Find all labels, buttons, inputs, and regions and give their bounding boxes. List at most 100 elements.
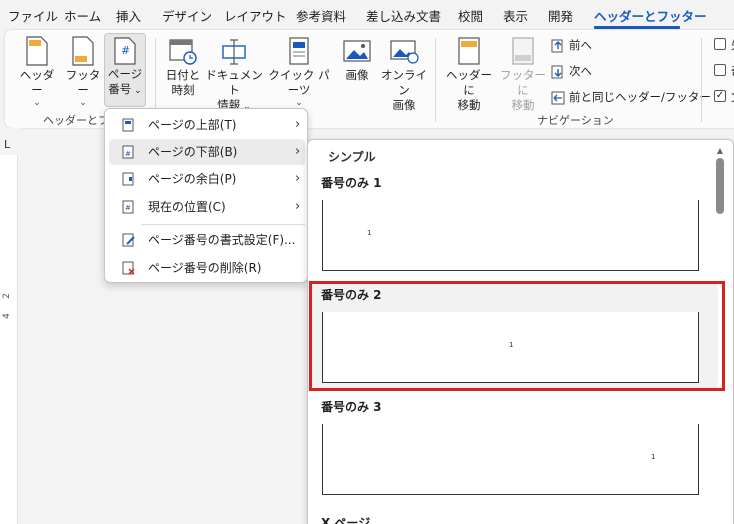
gallery-item-title: 番号のみ 3 [321,400,382,414]
chevron-right-icon: › [295,117,301,132]
date-time-button[interactable]: 日付と 時刻 [163,36,203,98]
remove-page-number-icon [122,261,135,275]
next-button[interactable]: 次へ [551,62,592,80]
vertical-ruler: 2 4 [0,155,18,524]
menu-separator [141,224,305,225]
picture-button[interactable]: 画像 [339,36,375,83]
footer-label: フッター [65,68,101,97]
chevron-down-icon: ⌄ [79,98,87,108]
goto-header-icon [458,37,480,65]
tab-design[interactable]: デザイン [162,6,212,25]
tab-layout[interactable]: レイアウト [224,6,287,25]
tab-view[interactable]: 表示 [503,6,528,25]
menu-item-label: ページの下部(B) [148,145,238,159]
top-of-page-icon [122,118,134,132]
online-picture-icon [390,40,419,64]
menu-item-top-of-page[interactable]: ページの上部(T) › [109,112,305,138]
different-first-page-checkbox[interactable] [714,38,726,50]
highlight-box [309,281,725,391]
link-to-previous-button[interactable]: 前と同じヘッダー/フッター [551,88,711,106]
previous-button[interactable]: 前へ [551,36,592,54]
picture-icon [343,40,371,62]
page-number-menu: ページの上部(T) › # ページの下部(B) › ページの余白(P) › # … [104,108,308,283]
bottom-of-page-icon: # [122,145,134,159]
header-icon [26,36,48,66]
menu-item-format-page-numbers[interactable]: ページ番号の書式設定(F)... [109,227,305,253]
page-number-label-2: 番号 [108,82,132,96]
page-number-label-1: ページ [107,67,143,81]
picture-label: 画像 [345,68,369,82]
group-label-navigation: ナビゲーション [537,114,614,127]
footer-icon [72,36,94,66]
tab-insert[interactable]: 挿入 [116,6,141,25]
gallery-item-title: X ページ [321,516,371,524]
link-previous-icon [551,91,565,104]
svg-text:#: # [125,204,131,212]
menu-item-label: ページの余白(P) [148,172,237,186]
tab-home[interactable]: ホーム [64,6,101,25]
gallery-item-title: 番号のみ 1 [321,176,382,190]
svg-text:#: # [125,150,131,158]
chevron-down-icon: ⌄ [33,98,41,108]
tab-developer[interactable]: 開発 [548,6,573,25]
page-number-button[interactable]: # ページ 番号 ⌄ [104,33,146,107]
next-icon [551,65,563,78]
page-margins-icon [122,172,134,186]
format-page-number-icon [122,233,135,247]
quick-parts-label: クイック パーツ [268,68,330,97]
tab-references[interactable]: 参考資料 [296,6,346,25]
gallery-scrollbar-thumb[interactable] [716,158,724,214]
goto-header-label-2: 移動 [457,98,481,112]
goto-header-button[interactable]: ヘッダーに 移動 [441,36,497,113]
chevron-down-icon: ⌄ [131,86,142,96]
next-label: 次へ [569,64,592,78]
tab-review[interactable]: 校閲 [458,6,483,25]
gallery-item-plain-number-3[interactable]: 1 [322,424,699,495]
svg-text:#: # [121,44,130,57]
gallery-section-heading: シンプル [328,150,376,164]
link-to-previous-label: 前と同じヘッダー/フッター [569,90,711,104]
tab-mailings[interactable]: 差し込み文書 [366,6,441,25]
menu-item-remove-page-numbers[interactable]: ページ番号の削除(R) [109,255,305,281]
chevron-down-icon: ⌄ [295,98,303,108]
document-info-icon [222,39,246,65]
chevron-right-icon: › [295,171,301,186]
tab-stop-marker[interactable]: L [4,138,10,151]
menu-item-page-margins[interactable]: ページの余白(P) › [109,166,305,192]
quick-parts-icon [289,37,309,65]
header-label: ヘッダー [19,68,55,97]
active-tab-indicator [594,26,680,29]
page-number-preview: 1 [651,453,656,461]
quick-parts-button[interactable]: クイック パーツ ⌄ [266,36,332,108]
show-document-text-checkbox[interactable]: ✓ [714,90,726,102]
page-number-preview: 1 [367,229,372,237]
page-number-icon: # [114,37,136,65]
chevron-right-icon: › [295,199,301,214]
goto-footer-button[interactable]: フッターに 移動 [495,36,551,113]
goto-footer-label-2: 移動 [511,98,535,112]
goto-header-label-1: ヘッダーに [446,68,492,97]
menu-item-bottom-of-page[interactable]: # ページの下部(B) › [109,139,305,165]
ruler-number: 4 [1,313,12,319]
menu-item-label: ページの上部(T) [148,118,237,132]
document-info-button[interactable]: ドキュメント 情報 ⌄ [205,36,263,115]
footer-button[interactable]: フッター ⌄ [61,36,105,108]
gallery-item-plain-number-1[interactable]: 1 [322,200,699,271]
header-button[interactable]: ヘッダー ⌄ [15,36,59,108]
different-odd-even-checkbox[interactable] [714,64,726,76]
group-separator [435,38,436,122]
calendar-clock-icon [169,39,197,65]
online-picture-button[interactable]: オンライン 画像 [379,36,429,113]
menu-item-current-position[interactable]: # 現在の位置(C) › [109,194,305,220]
date-time-label-2: 時刻 [171,83,195,97]
menu-item-label: ページ番号の削除(R) [148,261,262,275]
tab-file[interactable]: ファイル [8,6,58,25]
menu-item-label: ページ番号の書式設定(F)... [148,233,296,247]
tab-header-footer[interactable]: ヘッダーとフッター [594,6,707,25]
document-info-label-1: ドキュメント [205,68,263,97]
previous-icon [551,39,563,52]
chevron-right-icon: › [295,144,301,159]
date-time-label-1: 日付と [165,68,201,82]
previous-label: 前へ [569,38,592,52]
scroll-up-icon[interactable]: ▲ [714,146,726,155]
